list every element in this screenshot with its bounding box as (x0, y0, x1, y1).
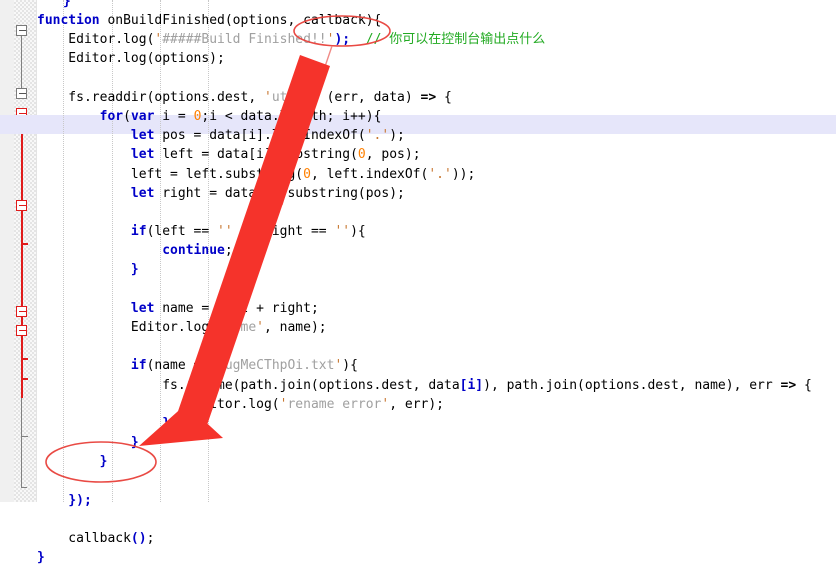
code-line-10[interactable]: let right = data[i].substring(pos); (37, 184, 836, 203)
code-line-11[interactable] (37, 203, 836, 222)
code-line-14[interactable]: } (37, 260, 836, 279)
code-line-13[interactable]: continue; (37, 241, 836, 260)
code-line-6[interactable]: for(var i = 0;i < data.length; i++){ (37, 107, 836, 126)
chinese-comment: 你可以在控制台输出点什么 (389, 32, 546, 48)
fold-marker-readdir[interactable] (16, 88, 27, 99)
fold-marker-if-left[interactable] (16, 200, 27, 211)
code-line-16[interactable]: let name = left + right; (37, 299, 836, 318)
code-line-2[interactable]: Editor.log('#####Build Finished!!'); // … (37, 30, 836, 49)
code-line-9[interactable]: left = left.substring(0, left.indexOf('.… (37, 165, 836, 184)
fold-marker-rename[interactable] (16, 325, 27, 336)
fold-marker-function[interactable] (16, 25, 27, 36)
code-line-20[interactable]: fs.rename(path.join(options.dest, data[i… (37, 376, 836, 395)
code-line-24[interactable]: } (37, 452, 836, 471)
code-line-21[interactable]: Editor.log('rename error', err); (37, 395, 836, 414)
code-line-7[interactable]: let pos = data[i].lastIndexOf('.'); (37, 126, 836, 145)
fold-line-forloop (21, 108, 23, 398)
code-line-26[interactable]: }); (37, 491, 836, 510)
code-line-4[interactable] (37, 69, 836, 88)
fold-tick-rename-end (22, 358, 28, 360)
gutter-stripe (14, 0, 36, 502)
code-line-19[interactable]: if(name == 'ugMeCThpOi.txt'){ (37, 356, 836, 375)
code-line-5[interactable]: fs.readdir(options.dest, 'utf8', (err, d… (37, 88, 836, 107)
fold-tick-callback (22, 436, 28, 437)
code-line-18[interactable] (37, 337, 836, 356)
fold-marker-if-name[interactable] (16, 306, 27, 317)
code-line-23[interactable]: } (37, 433, 836, 452)
fold-line-function-end (21, 398, 22, 488)
fold-line-function (21, 36, 22, 94)
code-line-0[interactable]: } (37, 0, 836, 11)
code-line-27[interactable] (37, 510, 836, 529)
code-line-8[interactable]: let left = data[i].substring(0, pos); (37, 145, 836, 164)
code-line-25[interactable] (37, 472, 836, 491)
code-line-1[interactable]: function onBuildFinished(options, callba… (37, 11, 836, 30)
code-line-3[interactable]: Editor.log(options); (37, 49, 836, 68)
code-line-17[interactable]: Editor.log('name', name); (37, 318, 836, 337)
code-line-15[interactable] (37, 280, 836, 299)
fold-end-function (21, 487, 27, 488)
editor-gutter[interactable] (0, 0, 37, 502)
fold-tick-if-end (22, 378, 28, 380)
code-line-22[interactable]: }); (37, 414, 836, 433)
code-content[interactable]: } function onBuildFinished(options, call… (0, 0, 836, 565)
fold-tick-continue (22, 243, 28, 245)
code-line-12[interactable]: if(left == '' || right == ''){ (37, 222, 836, 241)
code-editor[interactable]: } function onBuildFinished(options, call… (0, 0, 836, 565)
code-line-28[interactable]: callback(); (37, 529, 836, 548)
code-line-29[interactable]: } (37, 548, 836, 567)
